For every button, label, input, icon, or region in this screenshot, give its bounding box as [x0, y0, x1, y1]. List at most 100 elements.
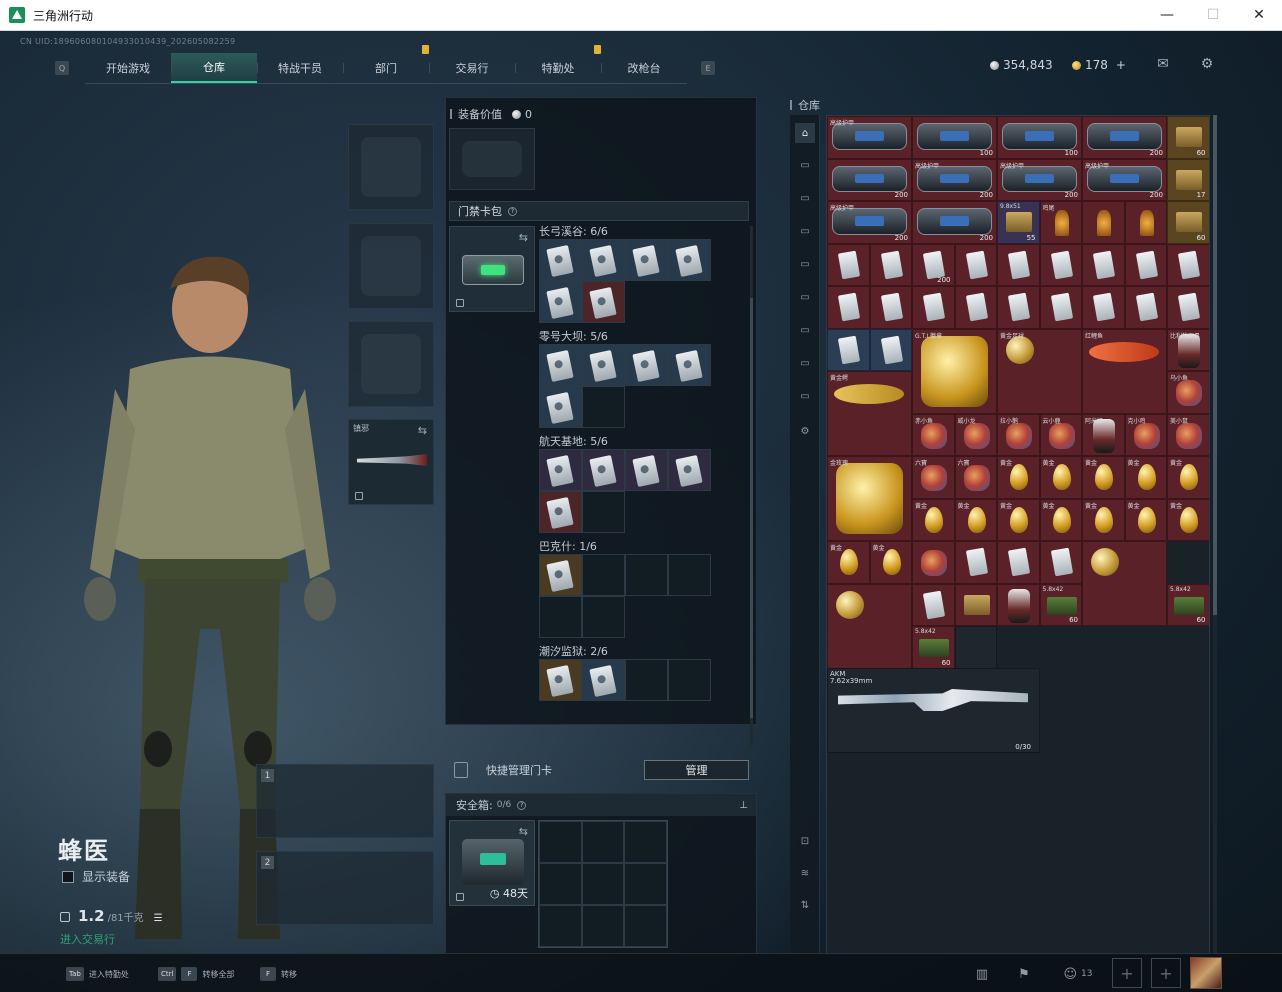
stash-item[interactable]: [997, 243, 1040, 286]
secondary-weapon-slot[interactable]: 2: [256, 851, 434, 925]
stash-item[interactable]: 高级护甲 200: [912, 158, 997, 201]
pistol-slot[interactable]: [348, 321, 434, 407]
keycard-slot[interactable]: [625, 344, 668, 386]
tab-0[interactable]: 开始游戏: [85, 53, 171, 83]
keycard-slot-empty[interactable]: [582, 491, 625, 533]
stash-tab-icon[interactable]: ▭: [795, 386, 815, 406]
stash-layers-icon[interactable]: ≋: [795, 863, 815, 883]
keycard-slot[interactable]: [582, 281, 625, 323]
stash-item[interactable]: [954, 583, 997, 626]
stash-item[interactable]: 鸡尾: [1039, 201, 1082, 244]
stash-item[interactable]: 云小鹿: [1039, 413, 1082, 456]
stash-item[interactable]: [1082, 243, 1125, 286]
stash-item[interactable]: 200: [912, 243, 955, 286]
help-icon[interactable]: ?: [508, 206, 517, 216]
stash-item[interactable]: 金玫瑰: [827, 456, 912, 541]
stash-item[interactable]: 9.8x51 55: [997, 201, 1040, 244]
show-equipment-checkbox[interactable]: [62, 870, 74, 883]
safe-cell[interactable]: [624, 905, 667, 947]
stash-item[interactable]: 200: [912, 201, 997, 244]
stash-item[interactable]: 六寶: [954, 456, 997, 499]
safe-cell[interactable]: [581, 863, 625, 905]
rifle-item[interactable]: AKM 7.62x39mm 0/30: [827, 668, 1040, 753]
cardpack-item[interactable]: ⇆: [449, 226, 535, 312]
stash-item[interactable]: 高级护甲 200: [1082, 158, 1167, 201]
stash-item[interactable]: 黄金: [1082, 498, 1125, 541]
stash-tab-icon[interactable]: ▭: [795, 221, 815, 241]
stash-item[interactable]: 100: [997, 116, 1082, 159]
stash-tab-icon[interactable]: ▭: [795, 254, 815, 274]
invite-slot-button[interactable]: +: [1112, 958, 1142, 988]
stash-tab-icon[interactable]: ▭: [795, 320, 815, 340]
stash-item[interactable]: [1124, 286, 1167, 329]
safe-cell[interactable]: [624, 863, 667, 905]
safe-cell[interactable]: [539, 821, 582, 863]
stash-item[interactable]: 5.8x42 60: [912, 626, 955, 669]
invite-slot-button[interactable]: +: [1151, 958, 1181, 988]
stash-item[interactable]: [912, 583, 955, 626]
stash-all-icon[interactable]: ⌂: [795, 123, 815, 143]
keycard-slot-empty[interactable]: [582, 386, 625, 428]
safe-box-item[interactable]: ⇆ ◷ 48天: [449, 820, 535, 906]
stash-item[interactable]: 高级护甲 200: [997, 158, 1082, 201]
tab-1[interactable]: 仓库: [171, 52, 257, 83]
stash-item[interactable]: 200: [1082, 116, 1167, 159]
stash-item[interactable]: 黄金: [912, 498, 955, 541]
stash-item[interactable]: [1082, 201, 1125, 244]
hint-transfer[interactable]: F 转移: [260, 967, 297, 981]
tab-4[interactable]: 交易行: [429, 53, 515, 83]
stash-item[interactable]: [869, 328, 912, 371]
stash-item[interactable]: 黄金: [827, 541, 870, 584]
minimize-button[interactable]: —: [1144, 0, 1190, 30]
avatar[interactable]: [1190, 957, 1222, 989]
stash-item[interactable]: 威小龙: [954, 413, 997, 456]
stash-item[interactable]: [827, 583, 912, 669]
stash-item[interactable]: [954, 286, 997, 329]
stash-item[interactable]: [1167, 286, 1209, 329]
stash-item[interactable]: [1082, 286, 1125, 329]
close-button[interactable]: ✕: [1236, 0, 1282, 30]
tab-2[interactable]: 特战干员: [257, 53, 343, 83]
stash-item[interactable]: [912, 286, 955, 329]
swap-icon[interactable]: ⇆: [519, 825, 528, 838]
keycard-slot-empty[interactable]: [582, 596, 625, 638]
helmet-slot[interactable]: [348, 124, 434, 210]
keycard-slot[interactable]: [539, 491, 582, 533]
stash-item[interactable]: [1167, 243, 1209, 286]
stash-item[interactable]: 黄金: [1039, 456, 1082, 499]
stash-item[interactable]: 黄金: [869, 541, 912, 584]
help-icon[interactable]: ?: [517, 800, 527, 810]
stash-item[interactable]: [1039, 286, 1082, 329]
keycard-slot-empty[interactable]: [539, 596, 582, 638]
stash-item[interactable]: [997, 286, 1040, 329]
stats-icon[interactable]: ▥: [972, 964, 992, 984]
keycard-slot-empty[interactable]: [625, 554, 668, 596]
stash-item[interactable]: [1124, 201, 1167, 244]
stash-item[interactable]: 60: [1167, 116, 1209, 159]
swap-icon[interactable]: ⇆: [519, 231, 528, 244]
stash-item[interactable]: [1082, 541, 1167, 626]
stash-item[interactable]: 六寶: [912, 456, 955, 499]
stash-item[interactable]: 黄金: [1124, 456, 1167, 499]
stash-item[interactable]: [997, 583, 1040, 626]
safe-cell[interactable]: [581, 905, 625, 947]
stash-item[interactable]: [1039, 243, 1082, 286]
tab-3[interactable]: 部门: [343, 44, 429, 83]
keycard-slot[interactable]: [539, 554, 582, 596]
safe-cell[interactable]: [581, 821, 625, 863]
stash-item[interactable]: [827, 243, 870, 286]
melee-slot[interactable]: 镇邪 ⇆: [348, 419, 434, 505]
stash-tab-icon[interactable]: ▭: [795, 353, 815, 373]
stash-item[interactable]: [1039, 541, 1082, 584]
stash-item[interactable]: [954, 541, 997, 584]
keycard-slot[interactable]: [668, 449, 711, 491]
stash-item[interactable]: 高级护甲: [827, 116, 912, 159]
stash-item[interactable]: 黄金: [1167, 498, 1209, 541]
keycard-slot[interactable]: [668, 239, 711, 281]
keycard-slot[interactable]: [582, 659, 625, 701]
stash-item[interactable]: 5.8x42 60: [1039, 583, 1082, 626]
stash-item[interactable]: 黄金鳄: [827, 371, 912, 456]
stash-item[interactable]: G.T.I.徽章: [912, 328, 997, 414]
primary-weapon-slot[interactable]: 1: [256, 764, 434, 838]
stash-item[interactable]: 黄金: [954, 498, 997, 541]
